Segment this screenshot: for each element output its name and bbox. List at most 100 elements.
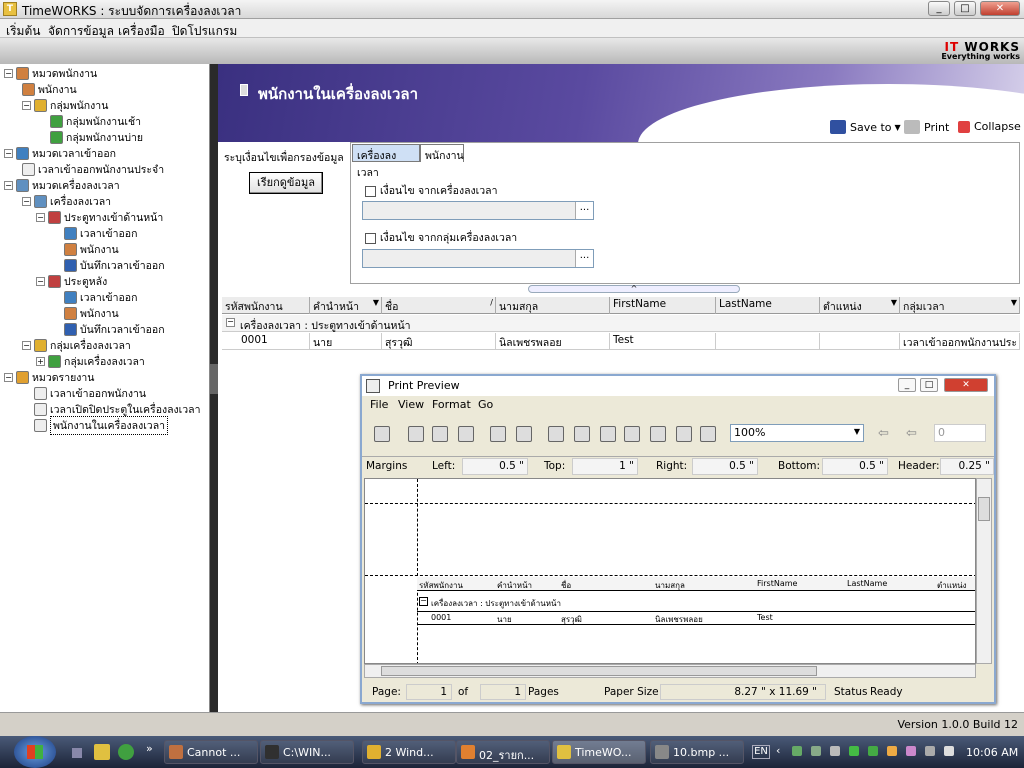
expand-node-icon[interactable]: + [36, 356, 45, 366]
collapse-node-icon[interactable]: − [4, 180, 13, 190]
close-button[interactable]: ✕ [980, 1, 1020, 16]
header-icon[interactable] [574, 426, 590, 442]
collapse-node-icon[interactable]: − [36, 212, 45, 222]
tray-icon[interactable] [887, 746, 897, 756]
tray-icon[interactable] [811, 746, 821, 756]
top-margin-input[interactable]: 1 " [572, 458, 638, 475]
tray-icon[interactable] [906, 746, 916, 756]
tree-item[interactable]: พนักงาน [22, 81, 77, 97]
tray-icon[interactable] [944, 746, 954, 756]
minimize-button[interactable]: _ [898, 378, 916, 392]
tree-item[interactable]: กลุ่มพนักงานบ่าย [50, 129, 143, 145]
preview-vscroll[interactable] [976, 478, 992, 664]
four-page-icon[interactable] [676, 426, 692, 442]
browse-button[interactable]: ... [575, 202, 593, 219]
clock[interactable]: 10:06 AM [966, 746, 1018, 759]
collapse-handle[interactable] [210, 364, 218, 394]
previous-icon[interactable]: ⇦ [906, 426, 917, 441]
collapse-node-icon[interactable]: − [36, 276, 45, 286]
left-margin-input[interactable]: 0.5 " [462, 458, 528, 475]
tree-item[interactable]: − กลุ่มเครื่องลงเวลา [22, 337, 131, 353]
maximize-button[interactable]: □ [954, 1, 976, 16]
collapse-node-icon[interactable]: − [4, 148, 13, 158]
tab-devices[interactable]: เครื่องลงเวลา [352, 144, 420, 179]
collapse-node-icon[interactable]: − [22, 100, 31, 110]
browse-button[interactable]: ... [575, 250, 593, 267]
maximize-button[interactable]: □ [920, 378, 938, 392]
taskbar-button[interactable]: 02_รายก... [456, 740, 550, 764]
quick-print-icon[interactable] [432, 426, 448, 442]
tree-item[interactable]: พนักงานในเครื่องลงเวลา [34, 415, 169, 435]
zoom-select[interactable]: 100% ▼ [730, 424, 864, 442]
bottom-margin-input[interactable]: 0.5 " [822, 458, 888, 475]
taskbar-button[interactable]: 2 Wind... [362, 740, 456, 764]
taskbar-button[interactable]: Cannot ... [164, 740, 258, 764]
collapse-node-icon[interactable]: − [22, 340, 31, 350]
tray-icon[interactable] [849, 746, 859, 756]
find-icon[interactable] [490, 426, 506, 442]
taskbar-button[interactable]: TimeWO... [552, 740, 646, 764]
tree-item[interactable]: เวลาเข้าออกพนักงาน [34, 385, 146, 401]
panel-splitter[interactable]: ^ [528, 285, 740, 293]
print-button[interactable]: Print [904, 120, 949, 134]
collapse-button[interactable]: Collapse [958, 120, 1021, 133]
table-row[interactable]: 0001 นาย สุรวุฒิ นิลเพชรพลอย Test เวลาเข… [222, 333, 1020, 350]
save-to-button[interactable]: Save to ▼ [830, 120, 901, 134]
tree-item[interactable]: − หมวดเครื่องลงเวลา [4, 177, 120, 193]
book-icon[interactable] [458, 426, 474, 442]
border-icon[interactable] [600, 426, 616, 442]
column-header[interactable]: ตำแหน่ง ▼ [820, 297, 900, 314]
tree-item[interactable]: พนักงาน [64, 305, 119, 321]
cond-device-checkbox[interactable]: เงื่อนไข จากเครื่องลงเวลา [365, 182, 497, 199]
device-group-selector[interactable]: ... [362, 249, 594, 268]
quicklaunch-icon[interactable] [94, 744, 110, 760]
column-header[interactable]: กลุ่มเวลา ▼ [900, 297, 1020, 314]
more-quicklaunch-icon[interactable]: » [146, 742, 153, 755]
minimize-button[interactable]: _ [928, 1, 950, 16]
page-number-input[interactable]: 0 [934, 424, 986, 442]
tree-item[interactable]: − ประตูทางเข้าด้านหน้า [36, 209, 163, 225]
tree-item[interactable]: − หมวดเวลาเข้าออก [4, 145, 116, 161]
tree-item[interactable]: เวลาเข้าออกพนักงานประจำ [22, 161, 164, 177]
tree-item[interactable]: + กลุ่มเครื่องลงเวลา [36, 353, 145, 369]
tray-icon[interactable] [830, 746, 840, 756]
two-page-icon[interactable] [650, 426, 666, 442]
back-icon[interactable]: ⇦ [878, 426, 889, 441]
header-margin-input[interactable]: 0.25 " [940, 458, 994, 475]
fetch-data-button[interactable]: เรียกดูข้อมูล [249, 172, 323, 194]
preview-hscroll[interactable] [364, 664, 976, 678]
tree-item[interactable]: บันทึกเวลาเข้าออก [64, 257, 165, 273]
multi-page-icon[interactable] [700, 426, 716, 442]
print-icon[interactable] [408, 426, 424, 442]
collapse-node-icon[interactable]: − [22, 196, 31, 206]
group-row[interactable]: − เครื่องลงเวลา : ประตูทางเข้าด้านหน้า [222, 315, 1020, 332]
tray-arrow-icon[interactable]: ‹ [776, 744, 780, 757]
column-header[interactable]: FirstName [610, 297, 716, 314]
pp-menu-view[interactable]: View [398, 398, 424, 411]
tree-item[interactable]: บันทึกเวลาเข้าออก [64, 321, 165, 337]
collapse-node-icon[interactable]: − [4, 372, 13, 382]
tray-icon[interactable] [792, 746, 802, 756]
page-setup-icon[interactable] [374, 426, 390, 442]
single-page-icon[interactable] [548, 426, 564, 442]
tree-item[interactable]: เวลาเข้าออก [64, 289, 137, 305]
pp-menu-file[interactable]: File [370, 398, 388, 411]
tray-icon[interactable] [925, 746, 935, 756]
show-desktop-icon[interactable] [72, 748, 82, 758]
collapse-node-icon[interactable]: − [4, 68, 13, 78]
taskbar-button[interactable]: C:\WIN... [260, 740, 354, 764]
column-header[interactable]: LastName [716, 297, 820, 314]
language-indicator[interactable]: EN [752, 745, 770, 759]
quicklaunch-icon[interactable] [118, 744, 134, 760]
one-page-icon[interactable] [624, 426, 640, 442]
column-header[interactable]: ชื่อ / [382, 297, 496, 314]
tree-item[interactable]: กลุ่มพนักงานเช้า [50, 113, 141, 129]
column-header[interactable]: รหัสพนักงาน [222, 297, 310, 314]
tree-item[interactable]: พนักงาน [64, 241, 119, 257]
column-header[interactable]: คำนำหน้า ▼ [310, 297, 382, 314]
start-button[interactable] [14, 736, 56, 768]
pp-menu-go[interactable]: Go [478, 398, 493, 411]
tree-item[interactable]: − ประตูหลัง [36, 273, 107, 289]
tray-icon[interactable] [868, 746, 878, 756]
tab-employees[interactable]: พนักงาน [420, 144, 464, 162]
